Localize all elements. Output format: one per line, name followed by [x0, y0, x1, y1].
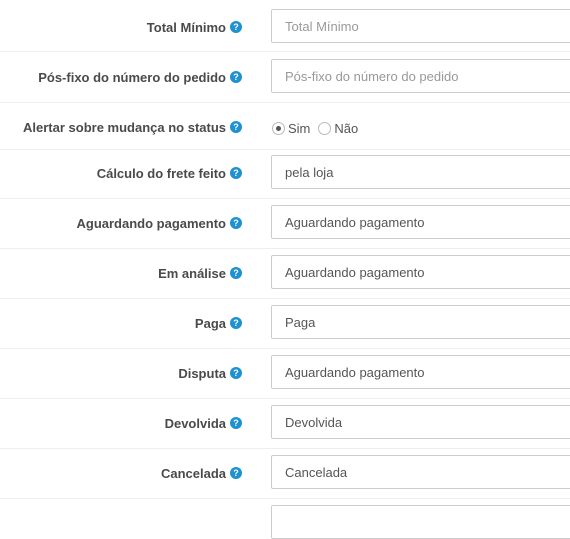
field-label: Total Mínimo ?	[147, 9, 242, 45]
radio-button-icon[interactable]	[272, 121, 285, 135]
row-divider	[0, 248, 570, 249]
radio-option-nao[interactable]: Não	[318, 121, 358, 136]
help-icon[interactable]: ?	[230, 367, 242, 379]
field-label: Pós-fixo do número do pedido ?	[38, 59, 242, 95]
row-divider	[0, 398, 570, 399]
cancelada-select[interactable]: Cancelada	[271, 455, 570, 489]
form-row-calculo-frete: Cálculo do frete feito ? pela loja	[0, 155, 570, 191]
help-icon[interactable]: ?	[230, 217, 242, 229]
next-field-select[interactable]	[271, 505, 570, 539]
row-divider	[0, 149, 570, 150]
form-row-em-analise: Em análise ? Aguardando pagamento	[0, 255, 570, 291]
field-label: Em análise ?	[158, 255, 242, 291]
row-divider	[0, 298, 570, 299]
field-label: Aguardando pagamento ?	[76, 205, 242, 241]
total-minimo-input[interactable]: Total Mínimo	[271, 9, 570, 43]
form-row-disputa: Disputa ? Aguardando pagamento	[0, 355, 570, 391]
label-text: Disputa	[178, 365, 226, 381]
field-label: Disputa ?	[178, 355, 242, 391]
field-label: Devolvida ?	[165, 405, 242, 441]
devolvida-select[interactable]: Devolvida	[271, 405, 570, 439]
calculo-frete-select[interactable]: pela loja	[271, 155, 570, 189]
form-row-devolvida: Devolvida ? Devolvida	[0, 405, 570, 441]
row-divider	[0, 448, 570, 449]
form-row-pos-fixo: Pós-fixo do número do pedido ? Pós-fixo …	[0, 59, 570, 95]
field-label: Cálculo do frete feito ?	[97, 155, 242, 191]
radio-option-sim[interactable]: Sim	[272, 121, 310, 136]
form-row-total-minimo: Total Mínimo ? Total Mínimo	[0, 9, 570, 45]
status-alert-radio-group: Sim Não	[272, 118, 366, 138]
em-analise-select[interactable]: Aguardando pagamento	[271, 255, 570, 289]
row-divider	[0, 348, 570, 349]
help-icon[interactable]: ?	[230, 121, 242, 133]
label-text: Cálculo do frete feito	[96, 165, 226, 181]
field-label: Cancelada ?	[161, 455, 242, 491]
label-text: Pós-fixo do número do pedido	[38, 69, 226, 85]
help-icon[interactable]: ?	[230, 71, 242, 83]
field-label: Alertar sobre mudança no status ?	[23, 109, 242, 145]
help-icon[interactable]: ?	[230, 467, 242, 479]
label-text: Em análise	[158, 265, 226, 281]
radio-button-icon[interactable]	[318, 121, 332, 135]
disputa-select[interactable]: Aguardando pagamento	[271, 355, 570, 389]
label-text: Alertar sobre mudança no status	[23, 119, 226, 135]
row-divider	[0, 198, 570, 199]
label-text: Total Mínimo	[146, 19, 226, 35]
help-icon[interactable]: ?	[230, 417, 242, 429]
field-label: Paga ?	[195, 305, 242, 341]
form-row-alertar-status: Alertar sobre mudança no status ? Sim Nã…	[0, 109, 570, 145]
aguardando-pagamento-select[interactable]: Aguardando pagamento	[271, 205, 570, 239]
pos-fixo-input[interactable]: Pós-fixo do número do pedido	[271, 59, 570, 93]
row-divider	[0, 102, 570, 103]
help-icon[interactable]: ?	[230, 167, 242, 179]
help-icon[interactable]: ?	[230, 21, 242, 33]
radio-label: Sim	[288, 120, 311, 136]
label-text: Devolvida	[164, 415, 226, 431]
help-icon[interactable]: ?	[230, 267, 242, 279]
row-divider	[0, 51, 570, 52]
form-row-aguardando-pagamento: Aguardando pagamento ? Aguardando pagame…	[0, 205, 570, 241]
form-row-cancelada: Cancelada ? Cancelada	[0, 455, 570, 491]
paga-select[interactable]: Paga	[271, 305, 570, 339]
label-text: Cancelada	[160, 465, 226, 481]
radio-label: Não	[334, 120, 359, 136]
row-divider	[0, 498, 570, 499]
label-text: Paga	[194, 315, 226, 331]
help-icon[interactable]: ?	[230, 317, 242, 329]
label-text: Aguardando pagamento	[76, 215, 226, 231]
form-row-paga: Paga ? Paga	[0, 305, 570, 341]
